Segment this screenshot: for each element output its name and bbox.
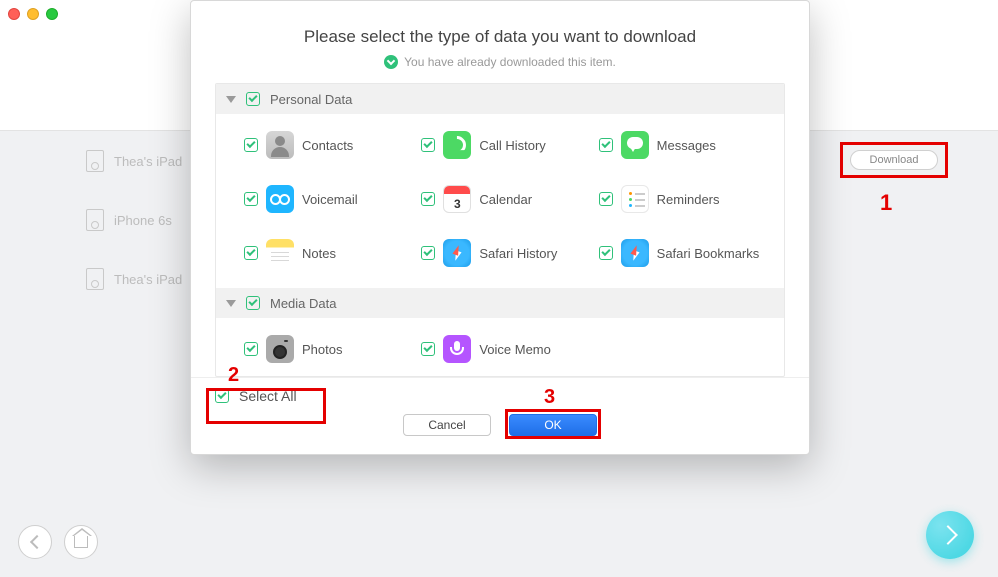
- sidebar-item-device[interactable]: Thea's iPad: [86, 264, 201, 294]
- notes-icon: [266, 239, 294, 267]
- contacts-icon: [266, 131, 294, 159]
- safari-icon: [443, 239, 471, 267]
- back-button[interactable]: [18, 525, 52, 559]
- item-voice-memo[interactable]: Voice Memo: [421, 322, 598, 376]
- checkbox[interactable]: [246, 92, 260, 106]
- voicemail-icon: [266, 185, 294, 213]
- device-label: Thea's iPad: [114, 272, 182, 287]
- calendar-icon: 3: [443, 185, 471, 213]
- item-label: Calendar: [479, 192, 532, 207]
- item-label: Contacts: [302, 138, 353, 153]
- modal-title: Please select the type of data you want …: [191, 27, 809, 47]
- item-contacts[interactable]: Contacts: [244, 118, 421, 172]
- item-photos[interactable]: Photos: [244, 322, 421, 376]
- download-complete-icon: [384, 55, 398, 69]
- annotation-label-3: 3: [544, 386, 555, 409]
- chevron-down-icon: [226, 96, 236, 103]
- checkbox[interactable]: [421, 246, 435, 260]
- arrow-right-icon: [938, 525, 958, 545]
- item-notes[interactable]: Notes: [244, 226, 421, 280]
- data-type-list: Personal Data Contacts Call History Mess…: [215, 83, 785, 377]
- item-voicemail[interactable]: Voicemail: [244, 172, 421, 226]
- camera-icon: [266, 335, 294, 363]
- device-sidebar: Thea's iPad iPhone 6s Thea's iPad: [86, 146, 201, 323]
- window-controls: [8, 8, 58, 20]
- safari-icon: [621, 239, 649, 267]
- item-label: Messages: [657, 138, 716, 153]
- close-icon[interactable]: [8, 8, 20, 20]
- device-icon: [86, 209, 104, 231]
- group-title: Media Data: [270, 296, 336, 311]
- item-label: Voicemail: [302, 192, 358, 207]
- device-label: Thea's iPad: [114, 154, 182, 169]
- reminders-icon: [621, 185, 649, 213]
- device-icon: [86, 268, 104, 290]
- checkbox[interactable]: [599, 138, 613, 152]
- phone-icon: [443, 131, 471, 159]
- item-reminders[interactable]: Reminders: [599, 172, 776, 226]
- annotation-label-2: 2: [228, 364, 239, 387]
- device-label: iPhone 6s: [114, 213, 172, 228]
- items-grid-personal: Contacts Call History Messages Voicemail…: [216, 114, 784, 288]
- arrow-left-icon: [29, 535, 43, 549]
- next-button[interactable]: [926, 511, 974, 559]
- checkbox[interactable]: [244, 192, 258, 206]
- sidebar-item-device[interactable]: Thea's iPad: [86, 146, 201, 176]
- maximize-icon[interactable]: [46, 8, 58, 20]
- chevron-down-icon: [226, 300, 236, 307]
- checkbox[interactable]: [599, 192, 613, 206]
- annotation-box-1: [840, 142, 948, 178]
- modal-subtitle-text: You have already downloaded this item.: [404, 55, 616, 69]
- item-empty: [599, 322, 776, 376]
- item-messages[interactable]: Messages: [599, 118, 776, 172]
- bottom-nav: [18, 525, 98, 559]
- item-label: Safari Bookmarks: [657, 246, 760, 261]
- annotation-box-3: [505, 409, 601, 439]
- device-icon: [86, 150, 104, 172]
- items-grid-media: Photos Voice Memo: [216, 318, 784, 377]
- checkbox[interactable]: [421, 342, 435, 356]
- group-title: Personal Data: [270, 92, 352, 107]
- home-icon: [74, 536, 88, 548]
- checkbox[interactable]: [244, 138, 258, 152]
- checkbox[interactable]: [246, 296, 260, 310]
- checkbox[interactable]: [244, 246, 258, 260]
- checkbox[interactable]: [244, 342, 258, 356]
- calendar-day: 3: [444, 197, 470, 211]
- item-call-history[interactable]: Call History: [421, 118, 598, 172]
- checkbox[interactable]: [421, 138, 435, 152]
- messages-icon: [621, 131, 649, 159]
- minimize-icon[interactable]: [27, 8, 39, 20]
- item-safari-bookmarks[interactable]: Safari Bookmarks: [599, 226, 776, 280]
- checkbox[interactable]: [421, 192, 435, 206]
- item-label: Reminders: [657, 192, 720, 207]
- group-header-personal[interactable]: Personal Data: [216, 84, 784, 114]
- item-label: Call History: [479, 138, 545, 153]
- download-modal: Please select the type of data you want …: [190, 0, 810, 455]
- item-label: Safari History: [479, 246, 557, 261]
- item-label: Voice Memo: [479, 342, 551, 357]
- checkbox[interactable]: [599, 246, 613, 260]
- home-button[interactable]: [64, 525, 98, 559]
- microphone-icon: [443, 335, 471, 363]
- item-safari-history[interactable]: Safari History: [421, 226, 598, 280]
- group-header-media[interactable]: Media Data: [216, 288, 784, 318]
- annotation-label-1: 1: [880, 190, 892, 216]
- cancel-button[interactable]: Cancel: [403, 414, 491, 436]
- sidebar-item-device[interactable]: iPhone 6s: [86, 205, 201, 235]
- annotation-box-2: [206, 388, 326, 424]
- item-calendar[interactable]: 3 Calendar: [421, 172, 598, 226]
- item-label: Notes: [302, 246, 336, 261]
- item-label: Photos: [302, 342, 342, 357]
- modal-subtitle: You have already downloaded this item.: [191, 55, 809, 69]
